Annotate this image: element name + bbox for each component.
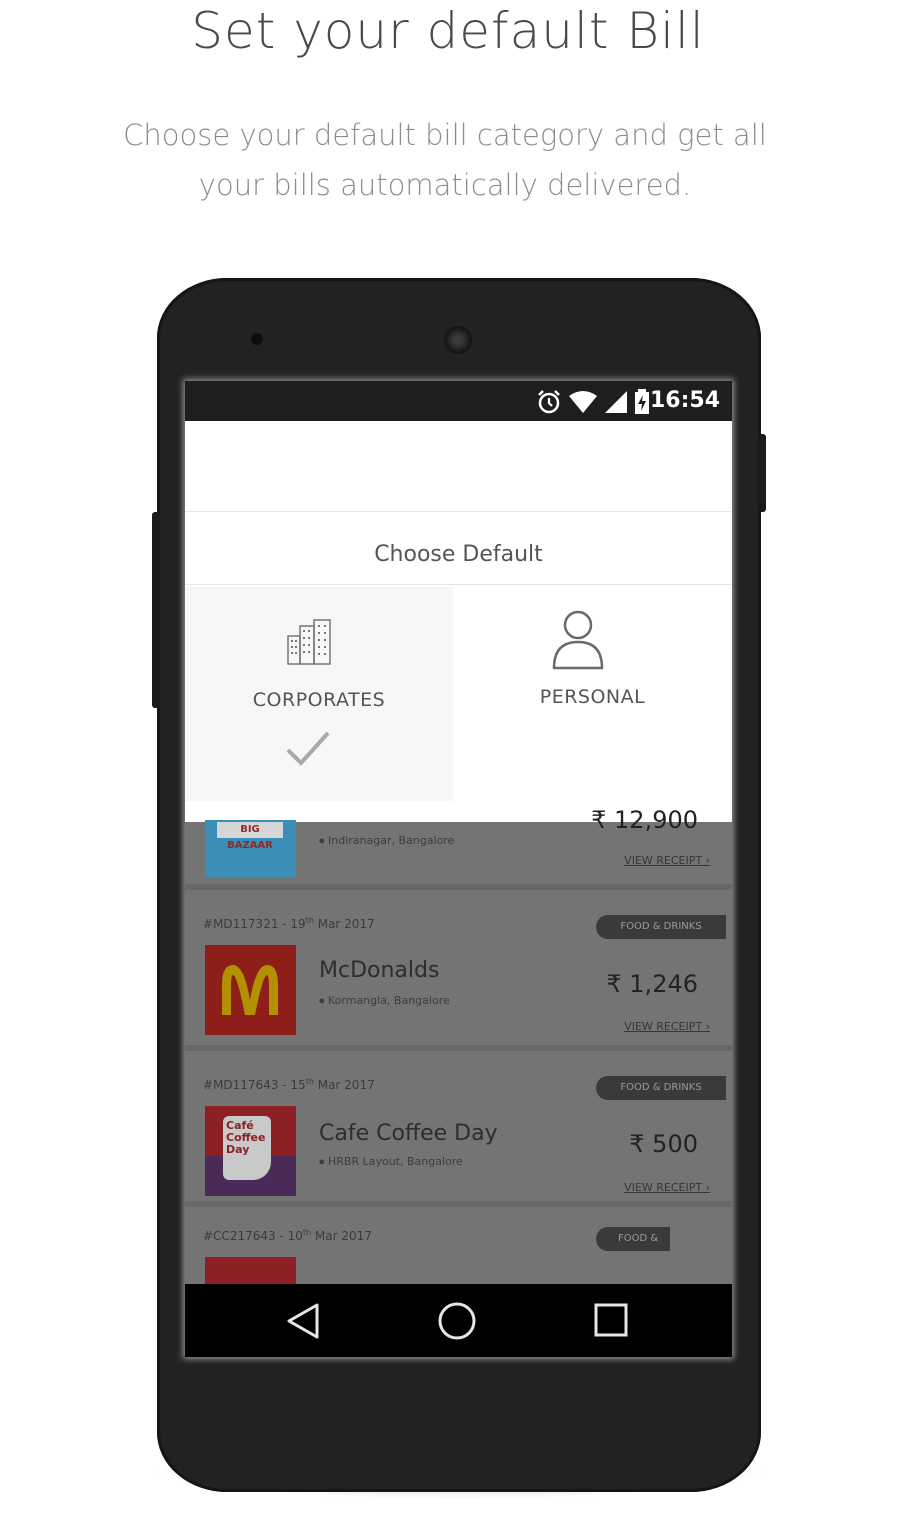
big-bazaar-logo-text: BIG BAZAAR bbox=[217, 822, 283, 851]
location-pin-icon: ⦁ bbox=[319, 1155, 328, 1168]
bill-card[interactable]: #MD117643 - 15th Mar 2017 FOOD & DRINKS … bbox=[185, 1051, 732, 1207]
option-personal-label: PERSONAL bbox=[539, 686, 646, 708]
front-camera bbox=[251, 333, 263, 345]
category-badge: FOOD & bbox=[596, 1227, 670, 1251]
category-badge: FOOD & DRINKS bbox=[596, 915, 726, 939]
bill-id-date: #MD117643 - 15th Mar 2017 bbox=[203, 1077, 375, 1092]
bill-card[interactable]: #MD117321 - 19th Mar 2017 FOOD & DRINKS … bbox=[185, 890, 732, 1051]
cafe-coffee-day-logo-text: Café Coffee Day bbox=[223, 1116, 271, 1180]
option-personal[interactable]: PERSONAL bbox=[453, 586, 732, 801]
app-bar bbox=[185, 421, 732, 512]
person-icon bbox=[552, 610, 604, 670]
page-subtitle: Choose your default bill category and ge… bbox=[123, 118, 767, 202]
view-receipt-link[interactable]: VIEW RECEIPT › bbox=[624, 854, 710, 867]
bill-id-date: #CC217643 - 10th Mar 2017 bbox=[203, 1228, 372, 1243]
signal-icon bbox=[605, 391, 627, 413]
bill-card[interactable]: BIG BAZAAR ⦁ Indiranagar, Bangalore ₹ 12… bbox=[185, 806, 732, 890]
choose-default-dialog: Choose Default CORPORATES PERSONAL bbox=[185, 512, 732, 822]
page-title: Set your default Bill bbox=[191, 2, 705, 60]
cafe-coffee-day-logo: Café Coffee Day bbox=[205, 1106, 296, 1196]
mcdonalds-logo bbox=[205, 945, 296, 1035]
location-pin-icon: ⦁ bbox=[319, 994, 328, 1007]
dialog-title: Choose Default bbox=[185, 512, 732, 585]
battery-icon bbox=[635, 389, 649, 414]
view-receipt-link[interactable]: VIEW RECEIPT › bbox=[624, 1020, 710, 1033]
bills-list: BIG BAZAAR ⦁ Indiranagar, Bangalore ₹ 12… bbox=[185, 806, 732, 1297]
status-bar: 16:54 bbox=[185, 381, 732, 421]
bill-location: ⦁ Kormangla, Bangalore bbox=[319, 994, 450, 1007]
bill-location: ⦁ HRBR Layout, Bangalore bbox=[319, 1155, 463, 1168]
buildings-icon bbox=[287, 619, 331, 665]
navigation-bar bbox=[185, 1284, 732, 1357]
volume-button bbox=[152, 512, 160, 708]
wifi-icon bbox=[569, 391, 597, 413]
power-button bbox=[758, 434, 766, 512]
bill-amount: ₹ 12,900 bbox=[591, 806, 698, 834]
back-icon[interactable] bbox=[285, 1302, 321, 1340]
merchant-name: McDonalds bbox=[319, 958, 440, 983]
bill-id-date: #MD117321 - 19th Mar 2017 bbox=[203, 916, 375, 931]
checkmark-icon bbox=[286, 731, 330, 766]
status-time: 16:54 bbox=[649, 388, 720, 413]
bill-location: ⦁ Indiranagar, Bangalore bbox=[319, 834, 455, 847]
mcdonalds-arches-icon bbox=[222, 965, 278, 1015]
option-corporates-label: CORPORATES bbox=[252, 689, 386, 711]
phone-screen: 16:54 Choose Default CORPORATES PERSONAL… bbox=[185, 381, 732, 1357]
big-bazaar-logo: BIG BAZAAR bbox=[205, 820, 296, 877]
earpiece-speaker bbox=[444, 326, 472, 354]
view-receipt-link[interactable]: VIEW RECEIPT › bbox=[624, 1181, 710, 1194]
recents-icon[interactable] bbox=[593, 1302, 629, 1338]
bill-amount: ₹ 1,246 bbox=[606, 970, 698, 998]
alarm-icon bbox=[538, 390, 560, 414]
status-icons bbox=[536, 389, 650, 415]
location-pin-icon: ⦁ bbox=[319, 834, 328, 847]
merchant-name: Cafe Coffee Day bbox=[319, 1121, 498, 1146]
bill-amount: ₹ 500 bbox=[629, 1130, 698, 1158]
option-corporates[interactable]: CORPORATES bbox=[185, 586, 453, 801]
home-icon[interactable] bbox=[437, 1301, 477, 1341]
category-badge: FOOD & DRINKS bbox=[596, 1076, 726, 1100]
